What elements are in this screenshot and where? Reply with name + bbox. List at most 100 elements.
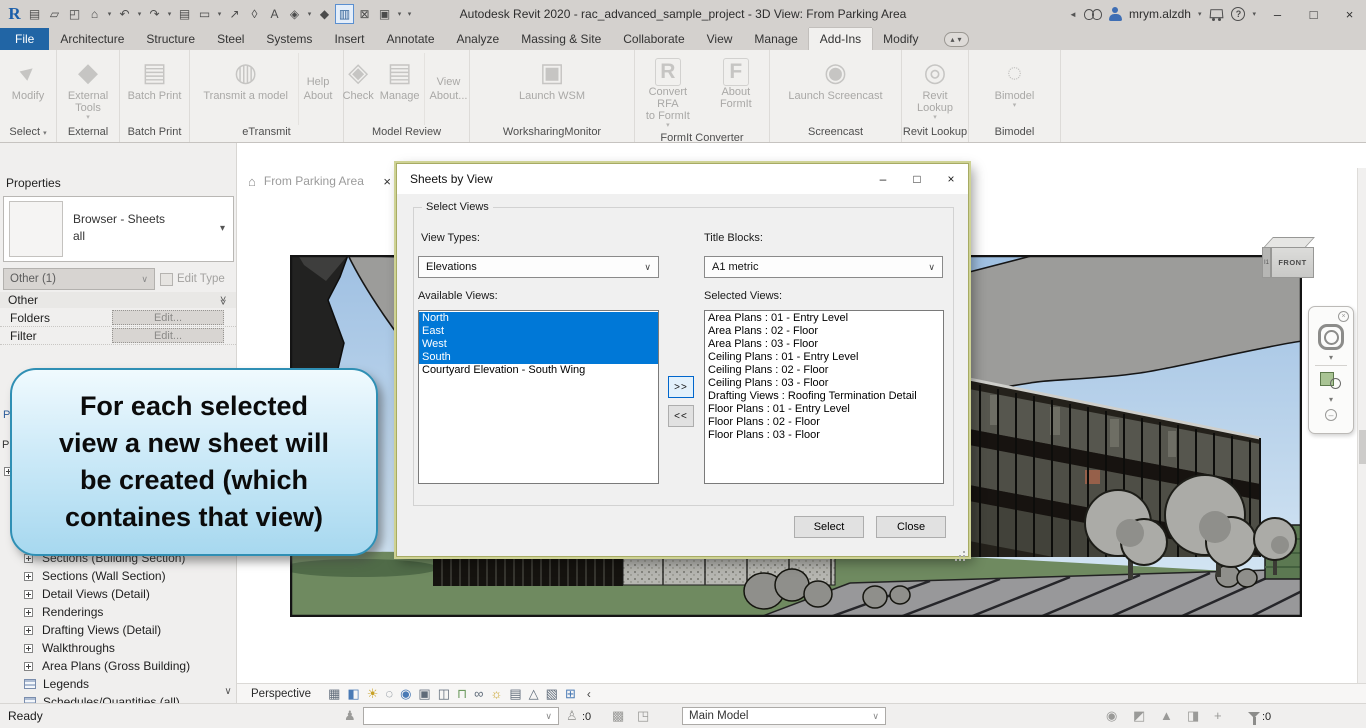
ribbon-tab[interactable]: Modify [872,28,929,50]
panel-footer-formit[interactable]: FormIt Converter [635,131,769,146]
selection-filter-icon[interactable] [1248,712,1260,718]
zoom-options-caret-icon[interactable]: ▾ [1329,395,1333,404]
viewcube-left-face[interactable]: I1 [1262,247,1271,278]
tree-item[interactable]: Schedules/Quantities (all) [0,693,222,703]
file-tabs-icon[interactable]: ▤ [25,4,44,24]
render-icon[interactable]: ◉ [400,687,411,700]
save-icon[interactable]: ◰ [65,4,84,24]
selected-views-list[interactable]: Area Plans : 01 - Entry LevelArea Plans … [704,310,944,484]
shadows-icon[interactable]: ◌ [385,687,393,700]
ribbon-tab[interactable]: File [0,28,49,50]
panel-footer-select[interactable]: Select ▾ [0,125,56,142]
highlight-displacement-icon[interactable]: ▧ [546,687,558,700]
panel-footer-batch-print[interactable]: Batch Print [120,125,189,142]
list-item[interactable]: Ceiling Plans : 01 - Entry Level [705,351,943,364]
expand-icon[interactable] [24,662,33,671]
expand-icon[interactable] [24,572,33,581]
external-tools-button[interactable]: ◆ External Tools ▾ [66,53,110,125]
navbar-close-icon[interactable]: × [1338,311,1349,322]
select-elements-by-face-icon[interactable]: ◨ [1187,708,1199,724]
ribbon-display-toggle[interactable]: ▴▾ [944,32,969,47]
revit-logo-icon[interactable]: R [5,4,24,24]
tree-item[interactable]: Area Plans (Gross Building) [0,657,222,675]
list-item[interactable]: Ceiling Plans : 02 - Floor [705,364,943,377]
measure-icon[interactable]: ▭ [195,4,214,24]
open-icon[interactable]: ▱ [45,4,64,24]
filter-edit-button[interactable]: Edit... [112,328,224,343]
list-item[interactable]: South [419,351,658,364]
redo-caret-icon[interactable]: ▾ [165,4,174,24]
tree-item[interactable]: Sections (Wall Section) [0,567,222,585]
editable-only-icon[interactable]: ♙ [566,708,578,724]
tree-item[interactable]: Detail Views (Detail) [0,585,222,603]
expand-icon[interactable] [24,590,33,599]
select-pinned-elements-icon[interactable]: ▲ [1160,708,1173,723]
aligned-dimension-icon[interactable]: ↗ [225,4,244,24]
list-item[interactable]: North [419,312,658,325]
collapse-search-icon[interactable]: ◄ [1069,10,1077,19]
panel-footer-external[interactable]: External [57,125,119,142]
select-underlay-elements-icon[interactable]: ◩ [1133,708,1145,724]
etransmit-help-about-button[interactable]: Help About [298,53,338,125]
viewbar-collapse-icon[interactable]: ‹ [587,688,591,700]
edit-type-button[interactable]: Edit Type [160,268,235,290]
switch-windows-icon[interactable]: ▣ [375,4,394,24]
panel-footer-screencast[interactable]: Screencast [770,125,901,142]
analytical-model-icon[interactable]: △ [529,687,539,700]
close-button[interactable]: Close [876,516,946,538]
redo-icon[interactable]: ↷ [145,4,164,24]
tree-item[interactable]: Drafting Views (Detail) [0,621,222,639]
help-menu-caret-icon[interactable]: ▾ [1252,10,1256,18]
list-item[interactable]: Area Plans : 02 - Floor [705,325,943,338]
sheets-by-view-dialog[interactable]: Sheets by View – □ × Select Views View T… [396,163,969,557]
wheel-options-caret-icon[interactable]: ▾ [1329,353,1333,362]
ribbon-tab[interactable]: Steel [206,28,255,50]
design-option-combo[interactable]: Main Model∨ [682,707,886,725]
expand-icon[interactable] [24,644,33,653]
measure-caret-icon[interactable]: ▾ [215,4,224,24]
manage-links-icon[interactable]: ◳ [637,708,649,724]
convert-rfa-button[interactable]: R Convert RFA to FormIt ▾ [635,53,701,131]
ribbon-tab[interactable]: Analyze [446,28,511,50]
ribbon-tab[interactable]: Manage [743,28,808,50]
tree-scroll-down-icon[interactable]: ∨ [220,683,236,699]
ribbon-tab[interactable]: Structure [135,28,206,50]
temporary-hide-isolate-icon[interactable]: ∞ [474,687,483,700]
text-icon[interactable]: A [265,4,284,24]
crop-region-visibility-icon[interactable]: ◫ [438,687,450,700]
list-item[interactable]: Courtyard Elevation - South Wing [419,364,658,377]
expand-icon[interactable] [24,608,33,617]
ribbon-tab[interactable]: Systems [255,28,323,50]
select-button[interactable]: Select [794,516,864,538]
user-menu-caret-icon[interactable]: ▾ [1198,10,1202,18]
ribbon-tab[interactable]: View [696,28,744,50]
panel-footer-bimodel[interactable]: Bimodel [969,125,1060,142]
panel-footer-worksharing[interactable]: WorksharingMonitor [470,125,634,142]
list-item[interactable]: Area Plans : 03 - Floor [705,338,943,351]
tree-item[interactable]: Renderings [0,603,222,621]
signed-in-user[interactable]: mrym.alzdh [1129,7,1191,21]
default-3d-view-icon[interactable]: ◈ [285,4,304,24]
move-left-button[interactable]: << [668,405,694,427]
window-restore-icon[interactable]: □ [1299,1,1328,27]
type-selector[interactable]: Browser - Sheets all ▾ [3,196,234,262]
reveal-hidden-elements-icon[interactable]: ☼ [490,687,502,700]
revit-lookup-button[interactable]: ◎ Revit Lookup ▾ [902,53,968,125]
close-hidden-windows-icon[interactable]: ⊠ [355,4,374,24]
select-links-icon[interactable]: ◉ [1106,708,1117,724]
dialog-titlebar[interactable]: Sheets by View – □ × [397,164,968,194]
synchronize-icon[interactable]: ⌂ [85,4,104,24]
navbar-minimize-icon[interactable]: – [1325,409,1337,421]
tree-item[interactable]: Walkthroughs [0,639,222,657]
viewcube[interactable]: I1 FRONT [1258,237,1320,289]
modify-button[interactable]: ► Modify [10,53,46,125]
ribbon-tab[interactable]: Collaborate [612,28,695,50]
launch-screencast-button[interactable]: ◉ Launch Screencast [786,53,884,125]
gray-inactive-worksets-icon[interactable]: ▩ [612,708,624,724]
resize-grip[interactable] [963,551,965,553]
temporary-view-properties-icon[interactable]: ▤ [509,687,521,700]
bimodel-button[interactable]: ◌ Bimodel ▾ [993,53,1037,125]
type-selector-caret-icon[interactable]: ▾ [220,223,225,234]
dialog-maximize-icon[interactable]: □ [900,164,934,194]
panel-footer-revit-lookup[interactable]: Revit Lookup [902,125,968,142]
